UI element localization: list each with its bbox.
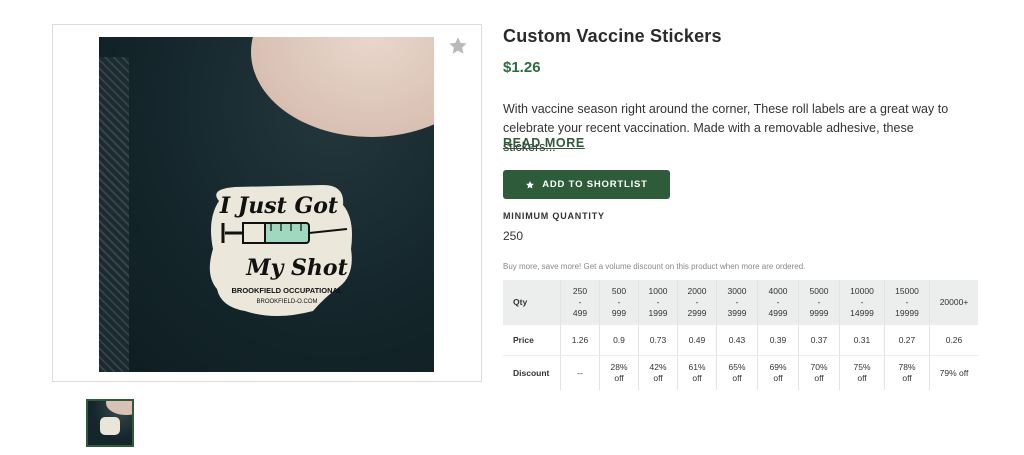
qty-cell: 20000+ xyxy=(929,280,978,325)
qty-cell: 250-499 xyxy=(560,280,600,325)
price-row-label: Price xyxy=(503,325,561,356)
price-cell: 0.43 xyxy=(716,325,758,356)
product-photo[interactable]: I Just Got My Shot BROOKFIELD OCCUPATION… xyxy=(99,37,434,372)
volume-pricing-table: Qty 250-499 500-999 1000-1999 2000-2999 … xyxy=(503,280,978,390)
gallery-thumbnail[interactable] xyxy=(86,399,134,447)
price-cell: 0.27 xyxy=(884,325,930,356)
discount-cell: -- xyxy=(560,355,600,390)
discount-row: Discount -- 28% off 42% off 61% off 65% off … xyxy=(503,355,978,390)
minimum-quantity-label: MINIMUM QUANTITY xyxy=(503,211,605,221)
discount-cell: 65% off xyxy=(716,355,758,390)
star-icon xyxy=(526,180,535,188)
discount-cell: 75% off xyxy=(839,355,885,390)
price-cell: 0.26 xyxy=(929,325,978,356)
sticker-line2: My Shot xyxy=(245,255,348,281)
discount-cell: 42% off xyxy=(638,355,678,390)
price-cell: 0.9 xyxy=(599,325,639,356)
qty-cell: 1000-1999 xyxy=(638,280,678,325)
discount-row-label: Discount xyxy=(503,355,561,390)
qty-row-label: Qty xyxy=(503,280,561,325)
photo-skin xyxy=(251,37,434,137)
price-cell: 0.49 xyxy=(677,325,717,356)
price-cell: 0.73 xyxy=(638,325,678,356)
qty-cell: 2000-2999 xyxy=(677,280,717,325)
sticker-line1: I Just Got xyxy=(219,193,338,219)
discount-cell: 70% off xyxy=(798,355,840,390)
discount-cell: 61% off xyxy=(677,355,717,390)
price-cell: 0.31 xyxy=(839,325,885,356)
price-cell: 1.26 xyxy=(560,325,600,356)
qty-row: Qty 250-499 500-999 1000-1999 2000-2999 … xyxy=(503,280,978,325)
price-cell: 0.39 xyxy=(757,325,799,356)
price-row: Price 1.26 0.9 0.73 0.49 0.43 0.39 0.37 … xyxy=(503,325,978,356)
add-to-shortlist-button[interactable]: ADD TO SHORTLIST xyxy=(503,170,670,199)
qty-cell: 5000-9999 xyxy=(798,280,840,325)
thumbnail-skin xyxy=(106,401,132,415)
discount-cell: 69% off xyxy=(757,355,799,390)
qty-cell: 500-999 xyxy=(599,280,639,325)
qty-cell: 15000-19999 xyxy=(884,280,930,325)
qty-cell: 4000-4999 xyxy=(757,280,799,325)
read-more-link[interactable]: READ MORE xyxy=(503,136,585,150)
qty-cell: 10000-14999 xyxy=(839,280,885,325)
sticker-graphic: I Just Got My Shot BROOKFIELD OCCUPATION… xyxy=(209,185,352,316)
volume-discount-note: Buy more, save more! Get a volume discou… xyxy=(503,262,806,271)
photo-lace xyxy=(99,57,129,372)
price-cell: 0.37 xyxy=(798,325,840,356)
product-price: $1.26 xyxy=(503,59,541,76)
sticker-company: BROOKFIELD OCCUPATIONAL xyxy=(232,286,343,295)
add-to-shortlist-label: ADD TO SHORTLIST xyxy=(542,179,648,190)
product-title: Custom Vaccine Stickers xyxy=(503,26,722,46)
discount-cell: 79% off xyxy=(939,367,969,378)
main-image-frame: I Just Got My Shot BROOKFIELD OCCUPATION… xyxy=(52,24,482,382)
favorite-star-icon[interactable] xyxy=(447,35,469,57)
discount-cell: 28% off xyxy=(599,355,639,390)
discount-cell: 78% off xyxy=(884,355,930,390)
sticker-website: BROOKFIELD-O.COM xyxy=(256,299,317,305)
minimum-quantity-value: 250 xyxy=(503,229,524,243)
qty-cell: 3000-3999 xyxy=(716,280,758,325)
thumbnail-sticker xyxy=(100,417,120,435)
